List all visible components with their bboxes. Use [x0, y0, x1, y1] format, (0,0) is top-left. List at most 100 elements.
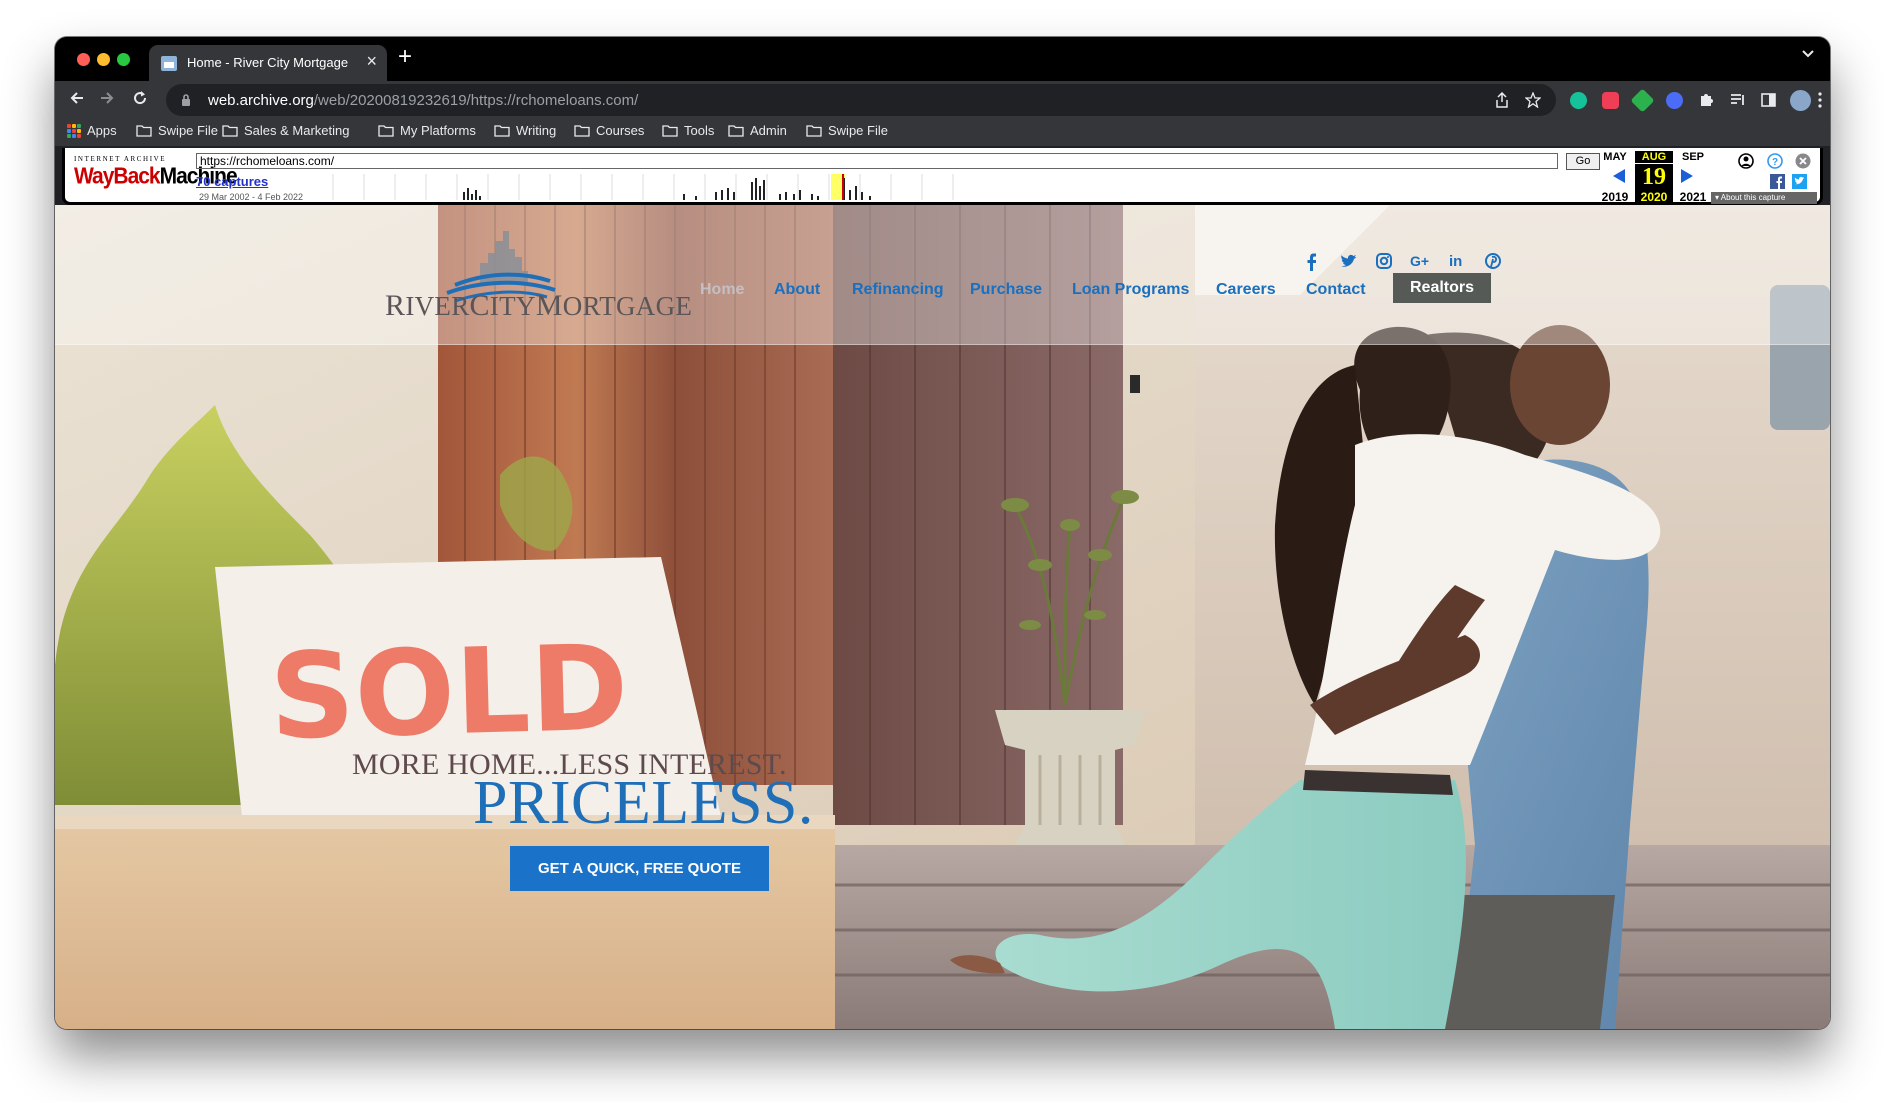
nav-home[interactable]: Home: [700, 281, 744, 299]
nav-realtors-button[interactable]: Realtors: [1393, 273, 1491, 303]
wayback-next-month[interactable]: SEP: [1674, 151, 1712, 163]
site-header: RIVERCITYMORTGAGE G+ in Home About Refin…: [55, 205, 1830, 345]
pinterest-icon[interactable]: [1485, 253, 1501, 269]
sparkline-capture-bar: [869, 196, 871, 200]
star-icon[interactable]: [1525, 92, 1541, 108]
back-icon[interactable]: [69, 90, 85, 106]
twitter-icon[interactable]: [1340, 253, 1358, 269]
new-tab-icon[interactable]: +: [398, 44, 412, 70]
logo-letters-ity: ITY: [489, 291, 536, 321]
extensions-puzzle-icon[interactable]: [1698, 92, 1714, 108]
wayback-current-day: 19: [1635, 164, 1673, 190]
url-host: web.archive.org: [208, 92, 314, 109]
wayback-date-range: 29 Mar 2002 - 4 Feb 2022: [199, 192, 304, 202]
wayback-prev-arrow-icon[interactable]: [1612, 168, 1626, 184]
wayback-next-arrow-icon[interactable]: [1680, 168, 1694, 184]
wayback-url-input[interactable]: https://rchomeloans.com/: [196, 153, 1558, 169]
nav-careers[interactable]: Careers: [1216, 281, 1276, 299]
sparkline-capture-bar: [759, 186, 761, 200]
grammarly-icon[interactable]: [1570, 92, 1587, 109]
address-url[interactable]: web.archive.org/web/20200819232619/https…: [208, 92, 638, 109]
bookmark-folder[interactable]: Tools: [662, 123, 714, 138]
folder-icon: [222, 125, 238, 137]
apps-grid-icon: [67, 123, 81, 138]
side-panel-icon[interactable]: [1761, 93, 1776, 107]
close-window-button[interactable]: [77, 53, 90, 66]
nav-refinancing[interactable]: Refinancing: [852, 281, 944, 299]
bookmark-apps[interactable]: Apps: [67, 123, 117, 138]
sparkline-capture-bar: [755, 178, 757, 200]
facebook-icon[interactable]: [1305, 253, 1317, 271]
forward-icon[interactable]: [99, 90, 115, 106]
wayback-logo-caption: INTERNET ARCHIVE: [74, 155, 167, 163]
wayback-account-icon[interactable]: [1738, 153, 1754, 169]
wayback-prev-month[interactable]: MAY: [1596, 151, 1634, 163]
bookmark-folder[interactable]: Writing: [494, 123, 556, 138]
bookmark-folder[interactable]: Courses: [574, 123, 644, 138]
wayback-next-year[interactable]: 2021: [1674, 190, 1712, 204]
wayback-current-year: 2020: [1635, 190, 1673, 204]
chevron-down-icon[interactable]: [1802, 50, 1814, 58]
sparkline-capture-bar: [785, 192, 787, 200]
sparkline-capture-bar: [695, 196, 697, 200]
wayback-help-icon[interactable]: ?: [1767, 153, 1783, 169]
svg-text:in: in: [1449, 253, 1462, 269]
sparkline-capture-bar: [727, 188, 729, 200]
folder-icon: [574, 125, 590, 137]
free-quote-button[interactable]: GET A QUICK, FREE QUOTE: [510, 846, 769, 891]
address-bar[interactable]: web.archive.org/web/20200819232619/https…: [166, 84, 1556, 116]
twitter-share-icon[interactable]: [1792, 174, 1807, 189]
minimize-window-button[interactable]: [97, 53, 110, 66]
bookmark-folder[interactable]: Swipe File: [136, 123, 218, 138]
folder-icon: [136, 125, 152, 137]
river-city-logo-text[interactable]: RIVERCITYMORTGAGE: [385, 289, 692, 323]
instagram-icon[interactable]: [1376, 253, 1392, 269]
nav-purchase[interactable]: Purchase: [970, 281, 1042, 299]
sparkline-capture-bar: [733, 192, 735, 200]
wayback-capture-sparkline[interactable]: [323, 174, 1583, 200]
maximize-window-button[interactable]: [117, 53, 130, 66]
folder-icon: [378, 125, 394, 137]
sparkline-capture-bar: [817, 196, 819, 200]
pocket-icon[interactable]: [1602, 92, 1619, 109]
reading-list-icon[interactable]: [1730, 93, 1746, 107]
bookmark-folder[interactable]: Sales & Marketing: [222, 123, 350, 138]
bookmark-folder[interactable]: Admin: [728, 123, 787, 138]
sparkline-capture-bar: [683, 194, 685, 200]
wayback-captures-link[interactable]: 70 captures: [196, 174, 268, 189]
bookmark-folder[interactable]: My Platforms: [378, 123, 476, 138]
bookmark-folder[interactable]: Swipe File: [806, 123, 888, 138]
reload-icon[interactable]: [132, 90, 148, 106]
extension-green-icon[interactable]: [1630, 88, 1655, 113]
folder-icon: [806, 125, 822, 137]
wayback-about-capture-button[interactable]: ▾ About this capture: [1711, 192, 1817, 204]
bookmark-label: Sales & Marketing: [244, 123, 350, 138]
logo-letter-m: M: [535, 289, 563, 322]
favicon-icon: [161, 56, 177, 71]
wayback-go-button[interactable]: Go: [1566, 153, 1600, 170]
wayback-prev-year[interactable]: 2019: [1596, 190, 1634, 204]
facebook-share-icon[interactable]: [1770, 174, 1785, 189]
wayback-close-icon[interactable]: [1795, 153, 1811, 169]
browser-toolbar: web.archive.org/web/20200819232619/https…: [55, 81, 1830, 119]
sparkline-capture-bar: [849, 190, 851, 200]
google-plus-icon[interactable]: G+: [1410, 253, 1432, 269]
extension-blue-icon[interactable]: [1666, 92, 1683, 109]
more-menu-icon[interactable]: [1818, 92, 1822, 108]
wayback-logo-wayback: WayBack: [74, 163, 161, 190]
share-icon[interactable]: [1495, 92, 1509, 108]
sparkline-capture-bar: [715, 192, 717, 200]
nav-about[interactable]: About: [774, 281, 820, 299]
sparkline-current-capture-marker: [842, 174, 844, 200]
sparkline-capture-bar: [861, 192, 863, 200]
sparkline-capture-bar: [855, 186, 857, 200]
sparkline-capture-bar: [751, 182, 753, 200]
close-tab-icon[interactable]: ×: [366, 52, 377, 70]
nav-contact[interactable]: Contact: [1306, 281, 1366, 299]
browser-tab[interactable]: Home - River City Mortgage ×: [149, 45, 387, 81]
nav-loan-programs[interactable]: Loan Programs: [1072, 281, 1189, 299]
profile-avatar[interactable]: [1790, 90, 1811, 111]
bookmark-label: Writing: [516, 123, 557, 138]
linkedin-icon[interactable]: in: [1449, 253, 1465, 269]
sparkline-capture-bar: [793, 194, 795, 200]
